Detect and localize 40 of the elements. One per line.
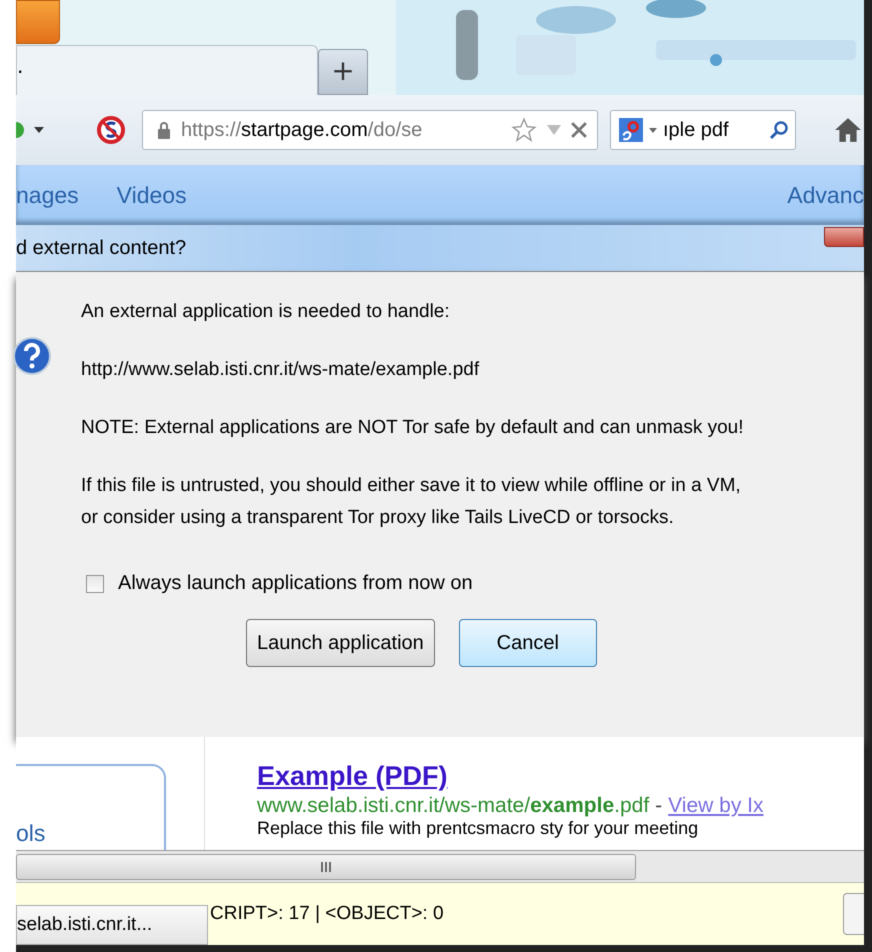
address-field[interactable]: https://startpage.com/do/se — [142, 110, 598, 150]
result-url: www.selab.isti.cnr.it/ws-mate/example.pdf — [257, 794, 650, 818]
dialog-title: d external content? — [16, 236, 188, 260]
grip-icon — [320, 862, 332, 872]
menu-link[interactable]: Advanc — [787, 182, 864, 208]
close-button[interactable] — [824, 227, 864, 247]
cancel-button[interactable]: Cancel — [458, 619, 597, 667]
search-text: ıple pdf — [663, 118, 730, 142]
message-text: An external application is needed to handle: — [81, 300, 451, 324]
view-link[interactable]: View by Ix — [668, 794, 764, 818]
home-icon[interactable] — [834, 117, 862, 143]
menu-link[interactable]: Videos — [116, 182, 187, 208]
search-icon[interactable] — [769, 120, 789, 140]
caret-icon[interactable] — [34, 127, 44, 133]
message-text: If this file is untrusted, you should either save it to view while offline or in a VM, or consider using a transparent Tor proxy like Tails LiveCD or torsocks. — [81, 474, 742, 530]
close-icon[interactable] — [571, 122, 587, 138]
result-title-link[interactable]: Example (PDF) — [257, 761, 764, 792]
separator-text: - — [655, 794, 662, 818]
search-field[interactable]: ıple pdf — [610, 110, 796, 150]
no-s-icon[interactable] — [96, 115, 126, 145]
sidebar-link[interactable]: ols — [16, 820, 46, 847]
message-text: NOTE: External applications are NOT Tor safe by default and can unmask you! — [81, 416, 744, 440]
status-tab[interactable]: selab.isti.cnr.it... — [16, 905, 208, 945]
launch-button[interactable]: Launch application — [246, 619, 435, 667]
menu-link[interactable]: nages — [16, 182, 79, 208]
new-tab-button[interactable]: + — [318, 49, 368, 95]
checkbox[interactable] — [86, 574, 104, 592]
status-button[interactable] — [843, 893, 864, 935]
scrollbar-thumb[interactable] — [16, 854, 636, 880]
search-engine-icon[interactable] — [619, 118, 643, 142]
status-text: CRIPT>: 17 | <OBJECT>: 0 — [210, 903, 444, 925]
app-menu-button[interactable] — [16, 0, 60, 44]
url-text: https://startpage.com/do/se — [181, 118, 424, 142]
question-icon — [14, 336, 54, 376]
checkbox-label[interactable]: Always launch applications from now on — [118, 572, 473, 595]
caret-icon[interactable] — [649, 128, 657, 132]
browser-tab[interactable]: . — [16, 45, 318, 95]
star-icon[interactable] — [511, 117, 537, 143]
message-text: http://www.selab.isti.cnr.it/ws-mate/example.pdf — [81, 358, 480, 382]
result-snippet: Replace this file with prentcsmacro sty for your meeting — [257, 818, 700, 838]
